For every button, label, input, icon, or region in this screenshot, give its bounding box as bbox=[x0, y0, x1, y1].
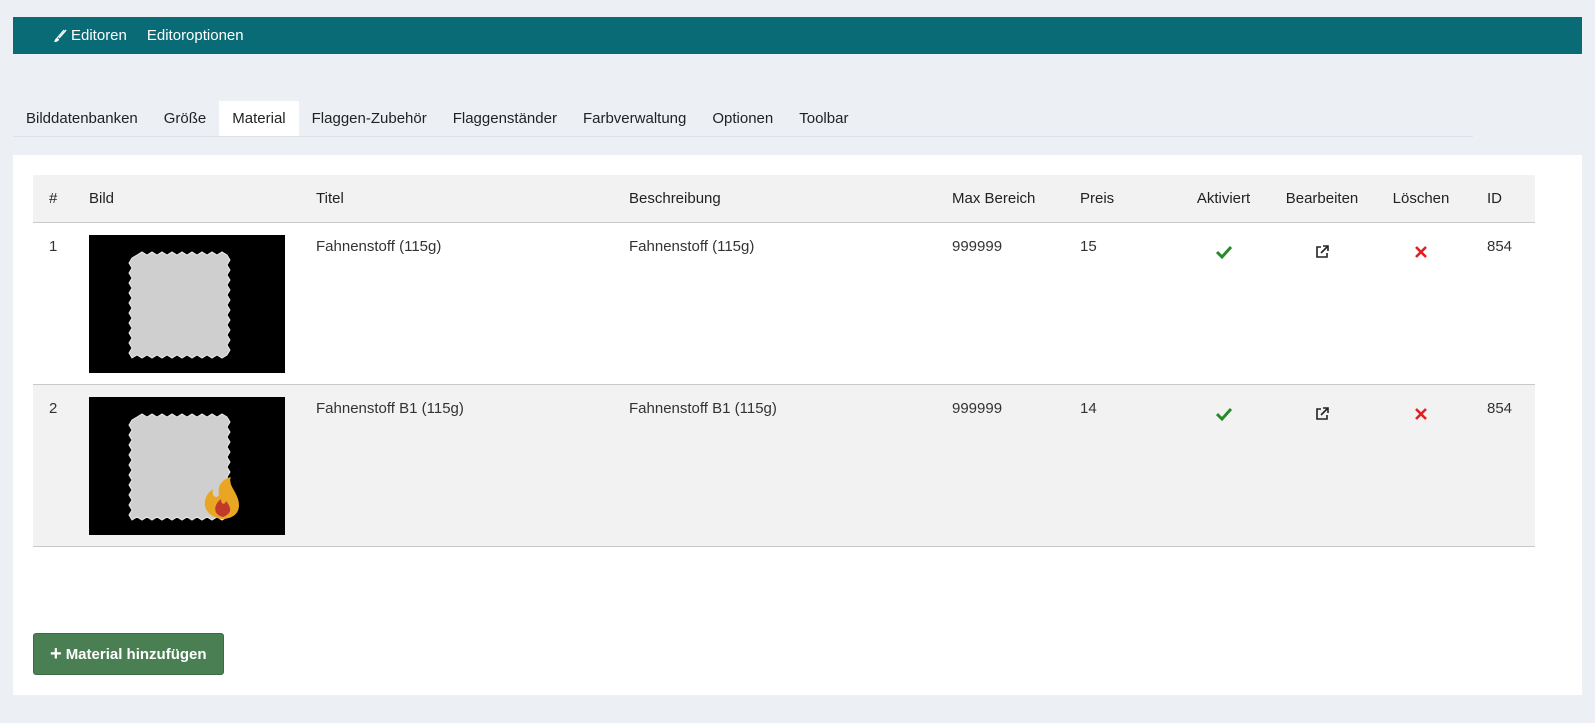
row-image bbox=[73, 223, 300, 384]
tab-groesse[interactable]: Größe bbox=[151, 101, 220, 136]
col-header-aktiviert: Aktiviert bbox=[1196, 190, 1251, 207]
plus-icon: + bbox=[50, 643, 62, 665]
fabric-swatch-image bbox=[89, 235, 285, 373]
row-max-range: 999999 bbox=[952, 238, 1003, 255]
row-description: Fahnenstoff B1 (115g) bbox=[629, 400, 777, 417]
row-num: 2 bbox=[49, 400, 58, 417]
row-activated bbox=[1174, 385, 1273, 546]
add-material-label: Material hinzufügen bbox=[65, 645, 207, 663]
col-header-bearbeiten: Bearbeiten bbox=[1285, 190, 1359, 207]
external-link-icon[interactable] bbox=[1315, 407, 1329, 425]
row-id: 854 bbox=[1487, 400, 1513, 417]
nav-editoroptionen-label: Editoroptionen bbox=[146, 27, 244, 44]
col-header-id: ID bbox=[1487, 190, 1502, 207]
row-edit bbox=[1273, 385, 1371, 546]
row-description: Fahnenstoff (115g) bbox=[629, 238, 755, 255]
check-icon[interactable] bbox=[1215, 245, 1232, 263]
material-panel: # Bild Titel Beschreibung Max Bereich Pr… bbox=[13, 155, 1582, 695]
col-header-max-bereich: Max Bereich bbox=[952, 190, 1036, 207]
close-icon[interactable] bbox=[1415, 407, 1427, 424]
row-activated bbox=[1174, 223, 1273, 384]
nav-editoren-label: Editoren bbox=[71, 27, 127, 44]
tab-material[interactable]: Material bbox=[219, 101, 299, 136]
row-price: 14 bbox=[1080, 400, 1097, 417]
row-id: 854 bbox=[1487, 238, 1513, 255]
col-header-preis: Preis bbox=[1080, 190, 1115, 207]
col-header-num: # bbox=[49, 190, 58, 207]
row-price: 15 bbox=[1080, 238, 1097, 255]
col-header-bild: Bild bbox=[89, 190, 115, 207]
table-row: 2 Fahnenstoff B1 (115g) Fahnenstoff B1 (… bbox=[33, 385, 1535, 547]
nav-editoroptionen[interactable]: Editoroptionen bbox=[147, 27, 244, 44]
tab-bilddatenbanken[interactable]: Bilddatenbanken bbox=[13, 101, 151, 136]
tab-toolbar[interactable]: Toolbar bbox=[786, 101, 861, 136]
check-icon[interactable] bbox=[1215, 407, 1232, 425]
row-delete bbox=[1371, 385, 1471, 546]
close-icon[interactable] bbox=[1415, 245, 1427, 262]
tab-flaggen-zubehoer[interactable]: Flaggen-Zubehör bbox=[299, 101, 440, 136]
tab-bar: Bilddatenbanken Größe Material Flaggen-Z… bbox=[13, 101, 1473, 137]
tab-optionen[interactable]: Optionen bbox=[699, 101, 786, 136]
table-row: 1 Fahnenstoff (115g) Fahnenstoff (115g) … bbox=[33, 223, 1535, 385]
top-navbar: Editoren Editoroptionen bbox=[13, 17, 1582, 54]
tab-flaggenstaender[interactable]: Flaggenständer bbox=[440, 101, 570, 136]
material-table: # Bild Titel Beschreibung Max Bereich Pr… bbox=[33, 175, 1535, 547]
external-link-icon[interactable] bbox=[1315, 245, 1329, 263]
row-delete bbox=[1371, 223, 1471, 384]
row-title: Fahnenstoff B1 (115g) bbox=[316, 400, 464, 417]
fabric-swatch-fire-image bbox=[89, 397, 285, 535]
col-header-titel: Titel bbox=[316, 190, 344, 207]
col-header-beschreibung: Beschreibung bbox=[629, 190, 721, 207]
table-header: # Bild Titel Beschreibung Max Bereich Pr… bbox=[33, 175, 1535, 223]
row-edit bbox=[1273, 223, 1371, 384]
row-title: Fahnenstoff (115g) bbox=[316, 238, 442, 255]
row-image bbox=[73, 385, 300, 546]
brush-icon bbox=[54, 28, 67, 42]
add-material-button[interactable]: + Material hinzufügen bbox=[33, 633, 224, 675]
row-num: 1 bbox=[49, 238, 58, 255]
row-max-range: 999999 bbox=[952, 400, 1003, 417]
tab-farbverwaltung[interactable]: Farbverwaltung bbox=[570, 101, 699, 136]
nav-editoren[interactable]: Editoren bbox=[53, 27, 127, 44]
col-header-loeschen: Löschen bbox=[1392, 190, 1450, 207]
